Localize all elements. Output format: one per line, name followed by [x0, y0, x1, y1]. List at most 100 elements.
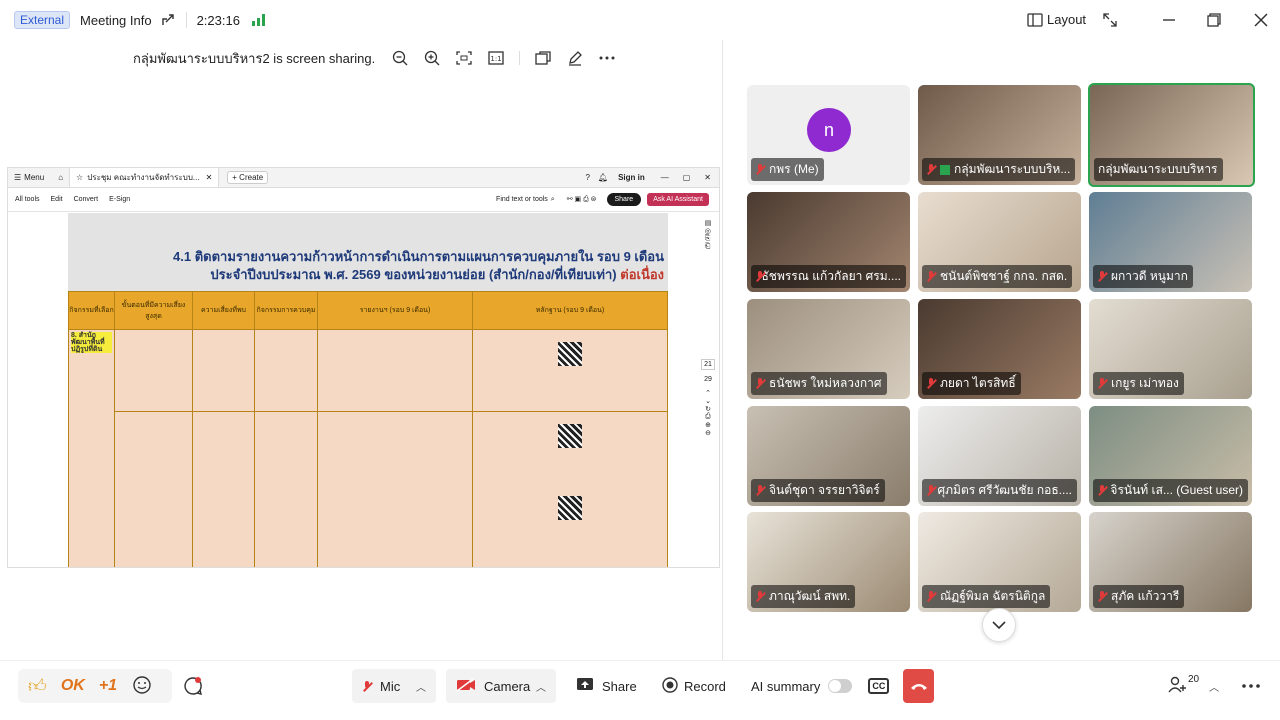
pdf-share-button[interactable]: Share — [606, 193, 642, 206]
participant-tile-active-speaker[interactable]: กลุ่มพัฒนาระบบบริหาร — [1088, 83, 1255, 187]
screen-sharing-text: กลุ่มพัฒนาระบบบริหาร2 is screen sharing. — [133, 50, 376, 66]
close-icon[interactable] — [1254, 13, 1268, 27]
mic-off-icon — [926, 271, 936, 282]
share-link-icon[interactable] — [160, 12, 176, 28]
page-current[interactable]: 21 — [701, 359, 715, 370]
actual-size-icon[interactable]: 1:1 — [485, 47, 507, 69]
thumbs-up-icon[interactable]: 👍︎ — [28, 675, 47, 697]
tool-edit[interactable]: Edit — [51, 196, 63, 203]
tool-all-tools[interactable]: All tools — [15, 196, 40, 203]
mic-off-icon — [1097, 271, 1107, 282]
ok-reaction[interactable]: OK — [61, 677, 85, 695]
mic-off-icon — [926, 378, 936, 389]
meeting-timer: 2:23:16 — [196, 12, 240, 28]
tab-close-icon[interactable]: ✕ — [206, 173, 213, 182]
participant-tile[interactable]: จิรนันท์ เส... (Guest user) — [1089, 406, 1252, 506]
participant-tile[interactable]: ผกาวดี หนูมาก — [1089, 192, 1252, 292]
layout-button[interactable]: Layout — [1047, 12, 1086, 27]
pdf-restore-icon[interactable]: ▢ — [683, 173, 691, 182]
participant-tile[interactable]: กลุ่มพัฒนาระบบบริห... — [918, 85, 1081, 185]
pdf-banner: 4.1 ติดตามรายงานความก้าวหน้าการดำเนินการ… — [68, 213, 668, 291]
chevron-up-icon[interactable]: ︿ — [1209, 679, 1219, 694]
pdf-title-line2-main: ประจำปีงบประมาณ พ.ศ. 2569 ของหน่วยงานย่อ… — [210, 267, 617, 282]
find-tools-label[interactable]: Find text or tools — [496, 196, 548, 203]
more-options-icon[interactable] — [596, 47, 618, 69]
table-cell — [254, 329, 318, 412]
help-icon[interactable]: ? — [585, 173, 589, 182]
participant-tile[interactable]: สุภัค แก้ววารี — [1089, 512, 1252, 612]
hang-up-icon — [910, 684, 927, 690]
ask-ai-button[interactable]: Ask AI Assistant — [647, 193, 709, 206]
participant-tile[interactable]: ณัฏฐ์พิมล ฉัตรนิติกูล — [918, 512, 1081, 612]
share-button[interactable]: Share — [576, 669, 637, 703]
pdf-viewer[interactable]: 4.1 ติดตามรายงานความก้าวหน้าการดำเนินการ… — [8, 213, 719, 567]
restore-icon[interactable] — [1207, 13, 1221, 27]
zoom-out-icon[interactable] — [389, 47, 411, 69]
meeting-info-button[interactable]: Meeting Info — [80, 13, 152, 28]
table-row: 8. สำนักพัฒนาพื้นที่ปฏิรูปที่ดิน — [68, 329, 668, 567]
menu-icon[interactable]: ☰ — [14, 173, 21, 182]
create-button[interactable]: + Create — [227, 171, 269, 184]
participant-name-text: ธัชพรรณ แก้วกัลยา ศรม.... — [761, 269, 901, 283]
participant-name: กลุ่มพัฒนาระบบบริหาร — [1094, 158, 1223, 181]
participant-tile[interactable]: ชนันต์พิชชาฐ์ กกจ. กสด. — [918, 192, 1081, 292]
chevron-up-icon[interactable]: ︿ — [416, 679, 426, 694]
pdf-menu-label[interactable]: Menu — [24, 173, 44, 182]
participants-gallery: n กพร (Me) กลุ่มพัฒนาระบบบริห... กลุ่มพั… — [722, 40, 1280, 660]
chat-icon[interactable] — [178, 669, 208, 703]
toggle-knob — [829, 680, 842, 692]
participant-tile[interactable]: ธนัชพร ใหม่หลวงกาศ — [747, 299, 910, 399]
pdf-minimize-icon[interactable]: — — [661, 173, 669, 182]
participants-button[interactable]: 20 ︿ — [1168, 669, 1219, 703]
tool-esign[interactable]: E-Sign — [109, 196, 130, 203]
participant-tile[interactable]: n กพร (Me) — [747, 85, 910, 185]
pdf-tab-bar: ☰ Menu ⌂ ☆ ประชุม คณะทำงานจัดทำระบบ... ✕… — [8, 168, 719, 188]
layout-icon[interactable] — [1027, 13, 1043, 27]
cc-button[interactable]: CC — [868, 678, 890, 694]
emoji-icon[interactable] — [133, 675, 151, 697]
sign-in-button[interactable]: Sign in — [618, 173, 645, 182]
zoom-in-icon[interactable] — [421, 47, 443, 69]
mic-button[interactable]: Mic ︿ — [352, 669, 436, 703]
table-cell — [317, 411, 473, 567]
participant-tile[interactable]: เกยูร เม่าทอง — [1089, 299, 1252, 399]
pdf-close-icon[interactable]: ✕ — [704, 173, 711, 182]
table-cell — [472, 329, 668, 412]
fit-screen-icon[interactable] — [453, 47, 475, 69]
camera-button[interactable]: Camera ︿ — [446, 669, 556, 703]
pdf-side-icons[interactable]: ▤ ◎ ⎘ ⎗ — [705, 219, 712, 251]
bell-icon[interactable]: 🔔︎ — [598, 173, 608, 182]
participant-name-text: ชนันต์พิชชาฐ์ กกจ. กสด. — [940, 269, 1068, 283]
mic-off-icon — [1097, 378, 1107, 389]
more-menu-icon[interactable] — [1242, 669, 1260, 703]
ai-summary-toggle[interactable] — [828, 679, 853, 693]
home-icon[interactable]: ⌂ — [58, 173, 63, 182]
chevron-up-icon[interactable]: ︿ — [536, 679, 546, 694]
record-button[interactable]: Record — [662, 669, 726, 703]
pdf-tab[interactable]: ☆ ประชุม คณะทำงานจัดทำระบบ... ✕ — [69, 168, 220, 188]
participant-name-text: กลุ่มพัฒนาระบบบริหาร — [1098, 162, 1218, 176]
participant-name-text: เกยูร เม่าทอง — [1111, 376, 1179, 390]
find-search-icon[interactable]: ⌕ — [551, 196, 555, 204]
page-nav-icons[interactable]: ⌃ ⌄ ↻ ⎙ ⊕ ⊖ — [705, 389, 711, 437]
fullscreen-icon[interactable] — [1103, 13, 1117, 27]
end-call-button[interactable] — [903, 669, 934, 703]
participant-name: ณัฏฐ์พิมล ฉัตรนิติกูล — [922, 585, 1051, 608]
participant-tile[interactable]: ภาณุวัฒน์ สพท. — [747, 512, 910, 612]
plus-one-reaction[interactable]: +1 — [99, 677, 117, 695]
record-label: Record — [684, 678, 726, 694]
tool-convert[interactable]: Convert — [74, 196, 99, 203]
camera-label: Camera — [484, 678, 531, 694]
page-total: 29 — [704, 376, 712, 383]
participant-tile[interactable]: ศุภมิตร ศรีวัฒนชัย กอธ.... — [918, 406, 1081, 506]
signal-strength-icon[interactable] — [251, 14, 266, 26]
participant-tile[interactable]: ธัชพรรณ แก้วกัลยา ศรม.... — [747, 192, 910, 292]
pdf-toolbar-icons[interactable]: ⚯ ▣ ⎙ ⊜ — [567, 195, 597, 204]
participant-tile[interactable]: จินต์ชุดา จรรยาวิจิตร์ — [747, 406, 910, 506]
table-cell — [192, 411, 255, 567]
participant-tile[interactable]: ภยดา ไตรสิทธิ์ — [918, 299, 1081, 399]
annotate-icon[interactable] — [564, 47, 586, 69]
scroll-down-button[interactable] — [982, 608, 1016, 642]
new-window-icon[interactable] — [532, 47, 554, 69]
minimize-icon[interactable] — [1162, 13, 1176, 27]
